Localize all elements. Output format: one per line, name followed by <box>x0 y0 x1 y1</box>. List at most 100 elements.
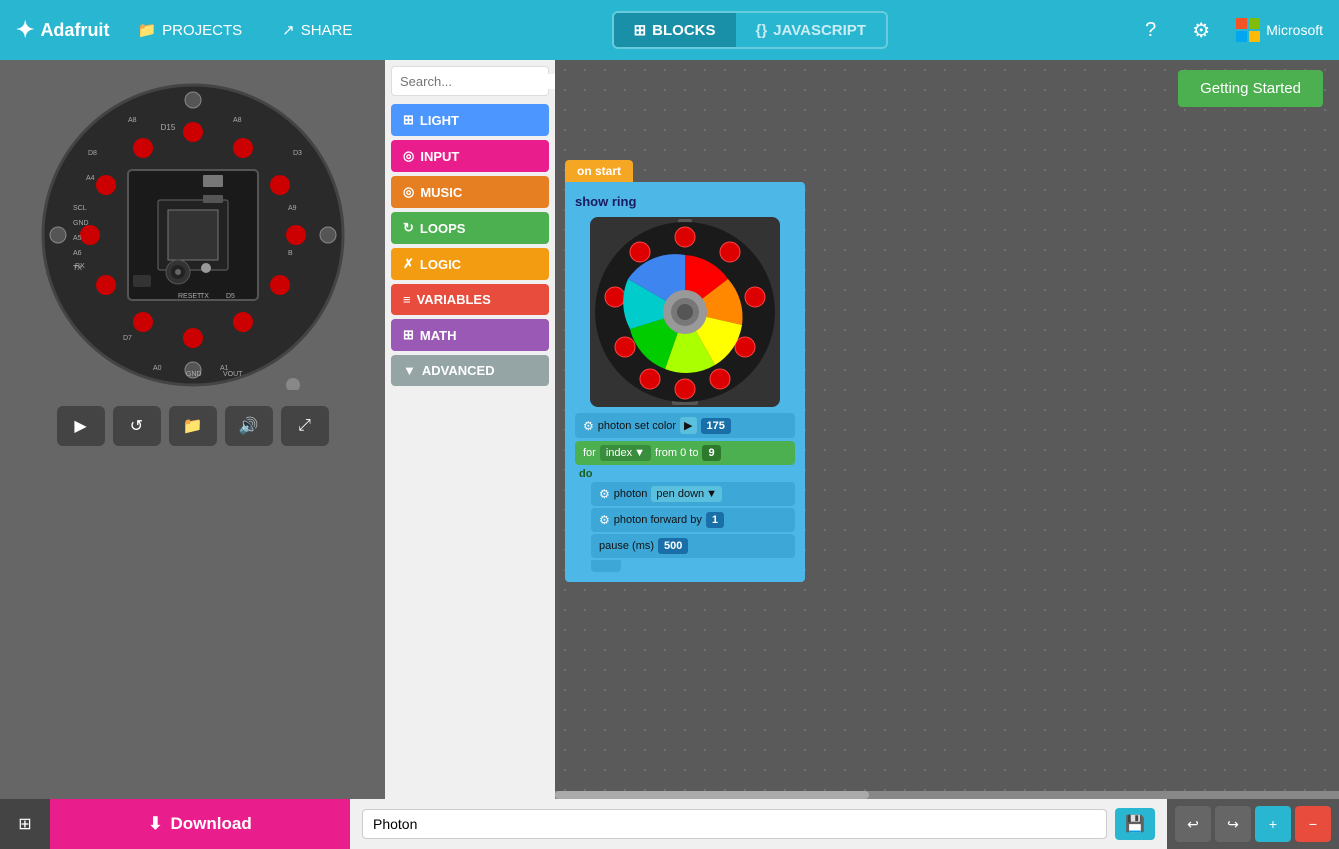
sidebar-item-variables[interactable]: ≡ VARIABLES <box>391 284 549 315</box>
blocks-icon: ⊞ <box>634 21 647 39</box>
for-loop-block[interactable]: for index ▼ from 0 to 9 <box>575 441 795 465</box>
svg-text:B: B <box>288 250 293 257</box>
svg-text:A8: A8 <box>128 117 137 124</box>
bottom-bar: ⊞ ⬇ Download 💾 ↩ ↪ + − <box>0 799 1339 849</box>
search-box: 🔍 <box>391 66 549 96</box>
top-nav: ✦ Adafruit 📁 PROJECTS ↗ SHARE ⊞ BLOCKS {… <box>0 0 1339 60</box>
pen-dropdown[interactable]: pen down ▼ <box>651 486 722 502</box>
gear-icon-1: ⚙ <box>583 419 594 433</box>
math-icon: ⊞ <box>403 327 414 343</box>
svg-text:RX: RX <box>75 263 85 270</box>
left-panel: D15 SCL GND A5 A6 TX A9 B ♪ RESET <box>0 60 385 799</box>
for-var-dropdown[interactable]: index ▼ <box>600 445 651 461</box>
scrollbar-thumb[interactable] <box>555 791 869 799</box>
blocks-tab[interactable]: ⊞ BLOCKS <box>614 13 736 47</box>
zoom-out-button[interactable]: − <box>1295 806 1331 842</box>
download-icon: ⬇ <box>148 814 162 834</box>
color-dropdown[interactable]: ▶ <box>680 417 696 434</box>
javascript-tab[interactable]: {} JAVASCRIPT <box>736 13 886 47</box>
ms-sq-red <box>1236 18 1247 29</box>
help-button[interactable]: ? <box>1135 13 1166 48</box>
sound-button[interactable]: 🔊 <box>225 406 273 446</box>
gear-icon-2: ⚙ <box>599 487 610 501</box>
ms-sq-yellow <box>1249 31 1260 42</box>
color-wheel-container[interactable] <box>590 217 780 407</box>
projects-button[interactable]: 📁 PROJECTS <box>125 15 254 45</box>
svg-text:D15: D15 <box>160 123 175 132</box>
bottom-right-controls: ↩ ↪ + − <box>1167 799 1339 849</box>
light-icon: ⊞ <box>403 112 414 128</box>
do-label: do <box>579 468 795 480</box>
getting-started-button[interactable]: Getting Started <box>1178 70 1323 107</box>
sidebar-item-advanced[interactable]: ▼ ADVANCED <box>391 355 549 386</box>
led-ring-svg <box>590 217 780 407</box>
pause-block[interactable]: pause (ms) 500 <box>591 534 795 558</box>
redo-button[interactable]: ↪ <box>1215 806 1251 842</box>
ms-sq-green <box>1249 18 1260 29</box>
save-button[interactable]: 💾 <box>1115 808 1155 840</box>
svg-text:A8: A8 <box>233 117 242 124</box>
download-button[interactable]: ⬇ Download <box>50 799 350 849</box>
forward-value[interactable]: 1 <box>706 512 724 528</box>
svg-text:A6: A6 <box>73 250 82 257</box>
pen-arrow: ▼ <box>706 488 717 500</box>
svg-text:GND: GND <box>73 220 89 227</box>
for-to-value[interactable]: 9 <box>702 445 720 461</box>
blocks-workspace[interactable]: on start show ring <box>555 60 1339 799</box>
on-start-block[interactable]: on start <box>565 160 633 182</box>
filename-input[interactable] <box>362 809 1107 839</box>
music-icon: ◎ <box>403 184 414 200</box>
sidebar-panel: 🔍 ⊞ LIGHT ◎ INPUT ◎ MUSIC ↻ LOOPS ✗ LOGI… <box>385 60 555 799</box>
gear-icon-3: ⚙ <box>599 513 610 527</box>
settings-button[interactable]: ⚙ <box>1182 12 1220 49</box>
undo-button[interactable]: ↩ <box>1175 806 1211 842</box>
ms-squares-icon <box>1236 18 1260 42</box>
star-icon: ✦ <box>16 17 34 43</box>
sidebar-item-logic[interactable]: ✗ LOGIC <box>391 248 549 280</box>
pause-value[interactable]: 500 <box>658 538 688 554</box>
color-value[interactable]: 175 <box>701 418 731 434</box>
search-input[interactable] <box>400 74 576 89</box>
adafruit-logo: ✦ Adafruit <box>16 17 109 43</box>
svg-text:D3: D3 <box>293 150 302 157</box>
view-toggle: ⊞ BLOCKS {} JAVASCRIPT <box>612 11 888 49</box>
device-container: D15 SCL GND A5 A6 TX A9 B ♪ RESET <box>38 80 348 390</box>
svg-text:D8: D8 <box>88 150 97 157</box>
svg-text:SCL: SCL <box>73 205 87 212</box>
photon-forward-block[interactable]: ⚙ photon forward by 1 <box>591 508 795 532</box>
photon-pen-down-block[interactable]: ⚙ photon pen down ▼ <box>591 482 795 506</box>
play-button[interactable]: ▶ <box>57 406 105 446</box>
svg-text:VOUT: VOUT <box>223 371 243 378</box>
square-icon-button[interactable]: ⊞ <box>0 799 50 849</box>
show-ring-label: show ring <box>575 192 795 211</box>
sidebar-item-math[interactable]: ⊞ MATH <box>391 319 549 351</box>
microsoft-text: Microsoft <box>1266 22 1323 38</box>
share-button[interactable]: ↗ SHARE <box>270 15 364 45</box>
expand-button[interactable]: ⤢ <box>281 406 329 446</box>
share-icon: ↗ <box>282 21 295 39</box>
loop-close-bracket <box>591 560 621 572</box>
zoom-in-button[interactable]: + <box>1255 806 1291 842</box>
sidebar-item-music[interactable]: ◎ MUSIC <box>391 176 549 208</box>
svg-text:A5: A5 <box>73 235 82 242</box>
folder-button[interactable]: 📁 <box>169 406 217 446</box>
folder-icon: 📁 <box>137 21 156 39</box>
js-icon: {} <box>756 22 768 39</box>
svg-text:RESET: RESET <box>178 293 202 300</box>
restart-button[interactable]: ↺ <box>113 406 161 446</box>
svg-text:D5: D5 <box>226 293 235 300</box>
sidebar-item-input[interactable]: ◎ INPUT <box>391 140 549 172</box>
sidebar-item-light[interactable]: ⊞ LIGHT <box>391 104 549 136</box>
device-controls: ▶ ↺ 📁 🔊 ⤢ <box>57 406 329 446</box>
main-layout: D15 SCL GND A5 A6 TX A9 B ♪ RESET <box>0 60 1339 799</box>
sidebar-item-loops[interactable]: ↻ LOOPS <box>391 212 549 244</box>
svg-text:TX: TX <box>200 293 209 300</box>
svg-text:A9: A9 <box>288 205 297 212</box>
svg-text:A0: A0 <box>153 365 162 372</box>
photon-set-color-block[interactable]: ⚙ photon set color ▶ 175 <box>575 413 795 438</box>
logo-text: Adafruit <box>40 20 109 41</box>
loops-icon: ↻ <box>403 220 414 236</box>
svg-text:GND: GND <box>186 371 202 378</box>
blocks-scrollbar[interactable] <box>555 791 1339 799</box>
svg-text:A4: A4 <box>86 175 95 182</box>
